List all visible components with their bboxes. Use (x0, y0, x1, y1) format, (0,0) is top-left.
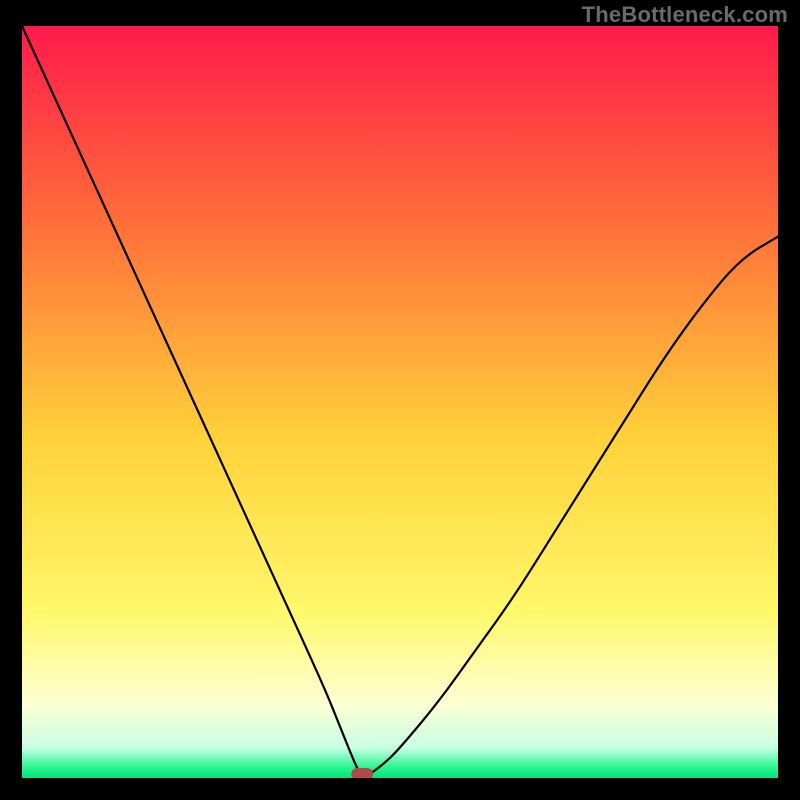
gradient-background (22, 26, 778, 778)
bottleneck-chart (22, 26, 778, 778)
chart-svg (22, 26, 778, 778)
chart-frame: TheBottleneck.com (0, 0, 800, 800)
optimum-marker (351, 768, 373, 778)
watermark-text: TheBottleneck.com (582, 2, 788, 28)
